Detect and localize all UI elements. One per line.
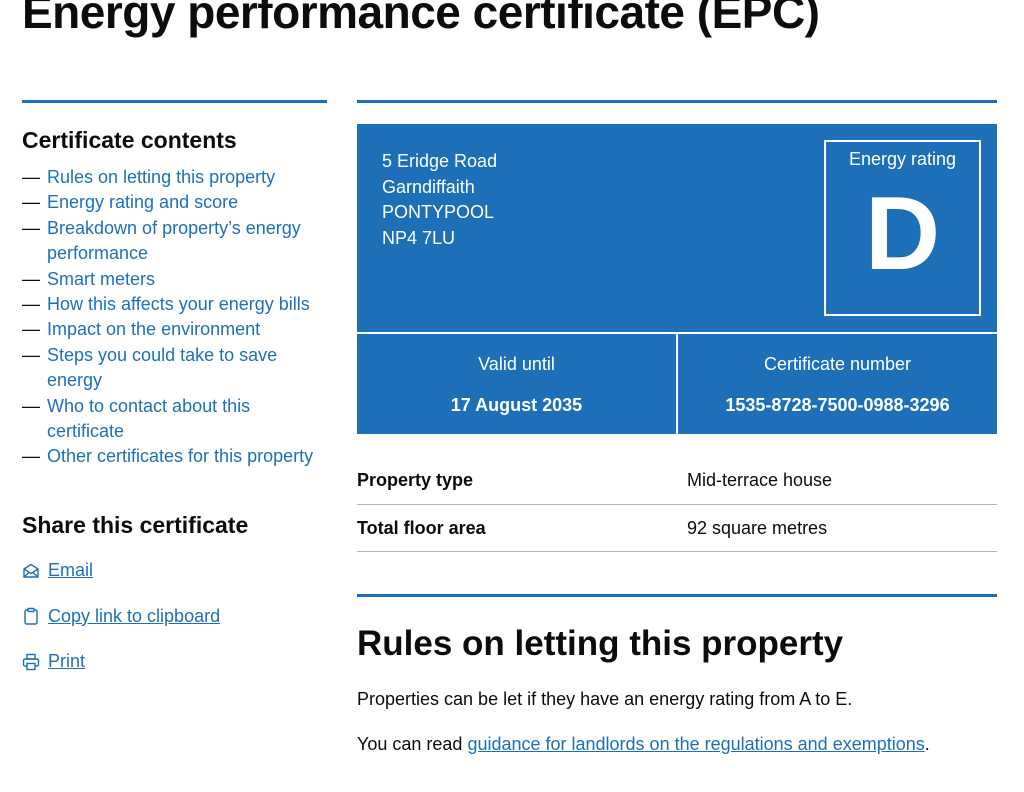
- summary-key: Property type: [357, 470, 474, 490]
- main-divider: [357, 100, 997, 103]
- printer-icon: [22, 653, 40, 670]
- energy-rating-label: Energy rating: [848, 149, 957, 169]
- main-content: 5 Eridge Road Garndiffaith PONTYPOOL NP4…: [357, 100, 997, 756]
- contents-title: Certificate contents: [22, 127, 237, 153]
- contents-link-steps-save-energy[interactable]: Steps you could take to save energy: [47, 343, 327, 394]
- share-title: Share this certificate: [22, 511, 249, 538]
- address-line: NP4 7LU: [382, 227, 456, 248]
- contents-link-other-certificates[interactable]: Other certificates for this property: [47, 444, 313, 469]
- section-divider: [357, 594, 997, 597]
- certificate-number-cell: Certificate number 1535-8728-7500-0988-3…: [676, 334, 997, 434]
- contents-item: — Rules on letting this property: [22, 165, 327, 190]
- epc-summary-card: 5 Eridge Road Garndiffaith PONTYPOOL NP4…: [357, 124, 997, 434]
- contents-item: — Impact on the environment: [22, 317, 327, 342]
- sidebar: Certificate contents — Rules on letting t…: [22, 100, 327, 684]
- certificate-number: 1535-8728-7500-0988-3296: [725, 395, 950, 415]
- property-address: 5 Eridge Road Garndiffaith PONTYPOOL NP4…: [382, 149, 497, 251]
- contents-link-breakdown[interactable]: Breakdown of property’s energy performan…: [47, 216, 327, 267]
- rules-guidance-paragraph: You can read guidance for landlords on t…: [357, 734, 930, 754]
- contents-item: — Smart meters: [22, 267, 327, 292]
- contents-link-smart-meters[interactable]: Smart meters: [47, 267, 155, 292]
- contents-item: — Breakdown of property’s energy performa…: [22, 216, 327, 267]
- share-email-link[interactable]: Email: [22, 548, 327, 594]
- contents-link-who-to-contact[interactable]: Who to contact about this certificate: [47, 394, 327, 445]
- valid-until-label: Valid until: [478, 354, 555, 374]
- valid-until-date: 17 August 2035: [450, 395, 583, 415]
- certificate-number-label: Certificate number: [763, 354, 912, 374]
- contents-link-energy-rating[interactable]: Energy rating and score: [47, 190, 238, 215]
- contents-item: — Who to contact about this certificate: [22, 394, 327, 445]
- property-summary-list: Property type Mid-terrace house Total fl…: [357, 457, 997, 552]
- rules-section-title: Rules on letting this property: [357, 624, 844, 663]
- summary-value: Mid-terrace house: [687, 470, 833, 490]
- summary-row: Property type Mid-terrace house: [357, 457, 997, 505]
- print-button[interactable]: Print: [22, 639, 327, 685]
- rules-paragraph: Properties can be let if they have an en…: [357, 689, 853, 709]
- summary-key: Total floor area: [357, 517, 486, 538]
- contents-link-energy-bills[interactable]: How this affects your energy bills: [47, 292, 310, 317]
- contents-item: — How this affects your energy bills: [22, 292, 327, 317]
- contents-item: — Steps you could take to save energy: [22, 343, 327, 394]
- energy-rating-letter: D: [864, 176, 941, 292]
- contents-link-environment[interactable]: Impact on the environment: [47, 317, 260, 342]
- landlord-guidance-link[interactable]: guidance for landlords on the regulation…: [467, 734, 924, 754]
- clipboard-icon: [24, 607, 38, 625]
- contents-list: — Rules on letting this property — Energy …: [22, 165, 327, 470]
- email-icon: [23, 563, 39, 578]
- sidebar-divider: [22, 100, 327, 103]
- contents-link-rules-on-letting[interactable]: Rules on letting this property: [47, 165, 275, 190]
- page-title: Energy performance certificate (EPC): [22, 0, 820, 38]
- summary-row: Total floor area 92 square metres: [357, 505, 997, 552]
- share-list: Email Copy link to clipboard Print: [22, 548, 327, 685]
- contents-item: — Energy rating and score: [22, 190, 327, 215]
- contents-item: — Other certificates for this property: [22, 444, 327, 469]
- address-line: 5 Eridge Road: [382, 151, 498, 171]
- copy-link-button[interactable]: Copy link to clipboard: [22, 593, 327, 639]
- energy-rating-box: Energy rating D: [824, 140, 981, 316]
- valid-until-cell: Valid until 17 August 2035: [357, 334, 676, 434]
- summary-value: 92 square metres: [687, 517, 828, 538]
- address-line: Garndiffaith: [382, 176, 475, 197]
- address-line: PONTYPOOL: [382, 202, 495, 222]
